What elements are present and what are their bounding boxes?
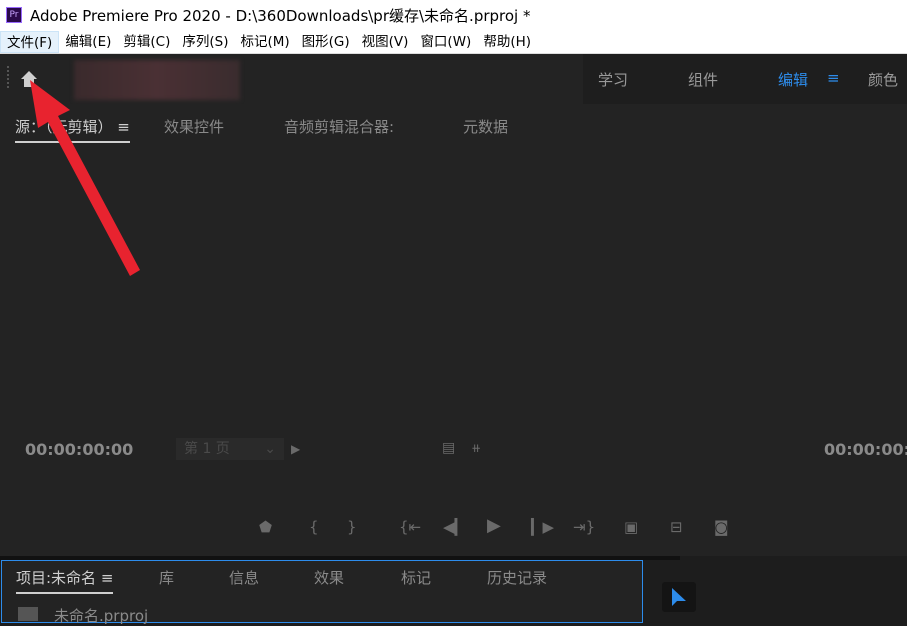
drag-grip-icon[interactable] <box>7 66 9 88</box>
drag-audio-icon[interactable]: ⧺ <box>471 441 481 455</box>
tab-effect-controls[interactable]: 效果控件 <box>164 116 224 137</box>
step-forward-icon[interactable]: ▎▶ <box>531 518 554 536</box>
menu-window[interactable]: 窗口(W) <box>414 31 477 53</box>
panel-menu-icon[interactable]: ≡ <box>101 569 114 587</box>
workspace-bar: 学习 组件 编辑 ≡ 颜色 <box>0 54 907 104</box>
go-to-in-icon[interactable]: {⇤ <box>399 518 421 536</box>
menu-markers[interactable]: 标记(M) <box>234 31 295 53</box>
workspace-color[interactable]: 颜色 <box>868 69 898 90</box>
step-back-icon[interactable]: ◀▎ <box>443 518 466 536</box>
menu-file[interactable]: 文件(F) <box>0 30 60 53</box>
menu-help[interactable]: 帮助(H) <box>477 31 537 53</box>
title-bar: Pr Adobe Premiere Pro 2020 - D:\360Downl… <box>0 0 907 30</box>
mark-in-icon[interactable]: { <box>309 518 319 536</box>
go-to-out-icon[interactable]: ⇥} <box>573 518 595 536</box>
selection-arrow-icon <box>672 588 686 606</box>
workspace-menu-icon[interactable]: ≡ <box>827 69 840 87</box>
mark-out-icon[interactable]: } <box>347 518 357 536</box>
blurred-region <box>74 60 240 100</box>
timecode-duration: 00:00:00:00 <box>824 440 907 459</box>
tab-project-label: 项目:未命名 <box>16 569 97 587</box>
add-marker-icon[interactable]: ⬟ <box>259 518 272 536</box>
play-icon[interactable]: ▶ <box>487 515 501 536</box>
menu-sequence[interactable]: 序列(S) <box>176 31 234 53</box>
tab-audio-clip-mixer[interactable]: 音频剪辑混合器: <box>284 116 394 137</box>
page-select-value: 第 1 页 <box>184 441 230 457</box>
menu-edit[interactable]: 编辑(E) <box>59 31 117 53</box>
window-title: Adobe Premiere Pro 2020 - D:\360Download… <box>30 6 531 25</box>
overwrite-icon[interactable]: ⊟ <box>670 518 683 536</box>
timecode-playhead[interactable]: 00:00:00:00 <box>25 440 133 459</box>
workspace-tabs: 学习 组件 编辑 ≡ 颜色 <box>583 54 907 104</box>
tab-source[interactable]: 源：（无剪辑） ≡ <box>15 116 130 143</box>
insert-icon[interactable]: ▣ <box>624 518 638 536</box>
selection-tool-button[interactable] <box>662 582 696 612</box>
menu-graphics[interactable]: 图形(G) <box>296 31 356 53</box>
home-icon[interactable] <box>20 70 38 88</box>
premiere-app-icon: Pr <box>6 7 22 23</box>
tab-effects[interactable]: 效果 <box>314 567 344 588</box>
workspace-assembly[interactable]: 组件 <box>688 69 718 90</box>
tab-history[interactable]: 历史记录 <box>487 567 547 588</box>
export-frame-camera-icon[interactable]: ◙ <box>714 518 729 536</box>
project-panel-tabs: 项目:未命名 ≡ 库 信息 效果 标记 历史记录 <box>2 561 642 594</box>
page-select[interactable]: 第 1 页 ⌄ <box>176 438 284 460</box>
project-panel: 项目:未命名 ≡ 库 信息 效果 标记 历史记录 未命名.prproj <box>1 560 643 625</box>
drag-video-icon[interactable]: ▤ <box>442 440 455 456</box>
tab-project[interactable]: 项目:未命名 ≡ <box>16 567 114 594</box>
source-monitor-panel: 源：（无剪辑） ≡ 效果控件 音频剪辑混合器: 元数据 00:00:00:00 … <box>0 104 907 556</box>
tab-source-label: 源：（无剪辑） <box>15 118 113 136</box>
tab-markers[interactable]: 标记 <box>401 567 431 588</box>
project-folder-icon <box>18 607 38 621</box>
tools-panel <box>650 560 907 623</box>
workspace-learning[interactable]: 学习 <box>598 69 628 90</box>
tab-libraries[interactable]: 库 <box>159 567 174 588</box>
tab-info[interactable]: 信息 <box>229 567 259 588</box>
menu-bar: 文件(F) 编辑(E) 剪辑(C) 序列(S) 标记(M) 图形(G) 视图(V… <box>0 30 907 54</box>
menu-view[interactable]: 视图(V) <box>356 31 415 53</box>
panel-menu-icon[interactable]: ≡ <box>117 118 130 136</box>
workspace-editing[interactable]: 编辑 <box>778 69 808 90</box>
tab-metadata[interactable]: 元数据 <box>463 116 508 137</box>
play-arrow-icon[interactable]: ▶ <box>291 442 300 456</box>
chevron-down-icon: ⌄ <box>264 441 276 457</box>
menu-clip[interactable]: 剪辑(C) <box>117 31 176 53</box>
